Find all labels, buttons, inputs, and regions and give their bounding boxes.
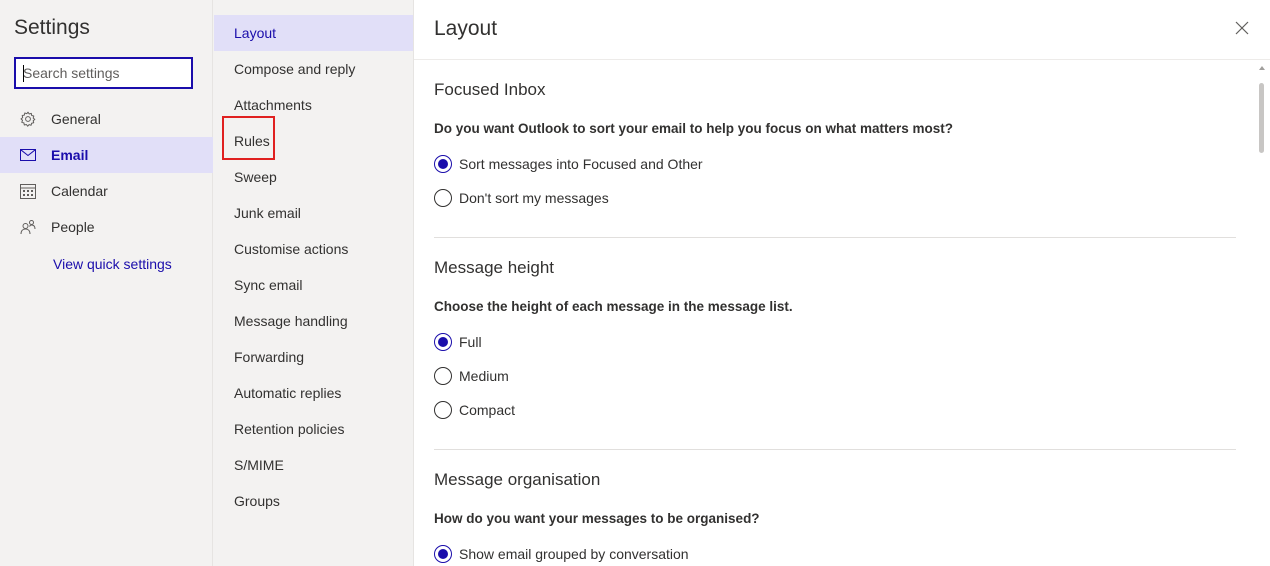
- text-cursor: [23, 65, 24, 82]
- radio-button-checked[interactable]: [434, 155, 452, 173]
- message-height-heading: Message height: [434, 258, 555, 277]
- radio-group-by-conversation[interactable]: Show email grouped by conversation: [434, 544, 689, 564]
- category-email[interactable]: Email: [0, 137, 213, 173]
- message-organisation-question: How do you want your messages to be orga…: [434, 511, 760, 526]
- radio-button-checked[interactable]: [434, 545, 452, 563]
- radio-button[interactable]: [434, 367, 452, 385]
- search-settings-box[interactable]: [14, 57, 193, 89]
- radio-label: Full: [459, 334, 482, 350]
- close-button[interactable]: [1232, 18, 1252, 38]
- radio-height-full[interactable]: Full: [434, 332, 482, 352]
- category-calendar[interactable]: Calendar: [0, 173, 213, 209]
- radio-button[interactable]: [434, 189, 452, 207]
- radio-sort-focused-other[interactable]: Sort messages into Focused and Other: [434, 154, 703, 174]
- panel-header: Layout: [414, 0, 1270, 60]
- scrollbar-thumb[interactable]: [1259, 83, 1264, 153]
- calendar-icon: [19, 182, 37, 200]
- category-people[interactable]: People: [0, 209, 213, 245]
- radio-label: Medium: [459, 368, 509, 384]
- layout-settings-panel: Layout Focused Inbox Do you want Outlook…: [414, 0, 1270, 566]
- settings-title: Settings: [14, 16, 90, 39]
- settings-window: Settings General Email: [0, 0, 1270, 566]
- focused-inbox-question: Do you want Outlook to sort your email t…: [434, 121, 954, 136]
- settings-category-pane: Settings General Email: [0, 0, 213, 566]
- radio-height-medium[interactable]: Medium: [434, 366, 509, 386]
- category-general[interactable]: General: [0, 101, 213, 137]
- radio-height-compact[interactable]: Compact: [434, 400, 515, 420]
- nav-item-sweep[interactable]: Sweep: [214, 159, 413, 195]
- radio-label: Don't sort my messages: [459, 190, 609, 206]
- radio-label: Compact: [459, 402, 516, 418]
- category-label: People: [51, 219, 95, 235]
- nav-item-layout[interactable]: Layout: [214, 15, 413, 51]
- radio-label: Show email grouped by conversation: [459, 546, 689, 562]
- section-divider: [434, 449, 1236, 450]
- search-settings-input[interactable]: [23, 65, 183, 81]
- radio-button[interactable]: [434, 401, 452, 419]
- message-height-question: Choose the height of each message in the…: [434, 299, 793, 314]
- scroll-up-arrow-icon[interactable]: [1259, 66, 1265, 70]
- nav-item-compose-and-reply[interactable]: Compose and reply: [214, 51, 413, 87]
- panel-title: Layout: [434, 17, 498, 40]
- radio-dont-sort[interactable]: Don't sort my messages: [434, 188, 609, 208]
- nav-item-automatic-replies[interactable]: Automatic replies: [214, 375, 413, 411]
- category-label: Calendar: [51, 183, 108, 199]
- category-label: Email: [51, 147, 89, 163]
- radio-button-checked[interactable]: [434, 333, 452, 351]
- gear-icon: [19, 110, 37, 128]
- message-organisation-heading: Message organisation: [434, 470, 601, 489]
- section-divider: [434, 237, 1236, 238]
- nav-item-smime[interactable]: S/MIME: [214, 447, 413, 483]
- radio-label: Sort messages into Focused and Other: [459, 156, 703, 172]
- nav-item-sync-email[interactable]: Sync email: [214, 267, 413, 303]
- email-settings-nav: Layout Compose and reply Attachments Rul…: [213, 0, 414, 566]
- nav-item-groups[interactable]: Groups: [214, 483, 413, 519]
- view-quick-settings-link[interactable]: View quick settings: [53, 256, 172, 272]
- nav-item-customise-actions[interactable]: Customise actions: [214, 231, 413, 267]
- nav-item-rules[interactable]: Rules: [214, 123, 413, 159]
- nav-item-retention-policies[interactable]: Retention policies: [214, 411, 413, 447]
- vertical-scrollbar[interactable]: [1254, 60, 1270, 566]
- nav-item-message-handling[interactable]: Message handling: [214, 303, 413, 339]
- close-icon: [1235, 21, 1249, 35]
- nav-item-attachments[interactable]: Attachments: [214, 87, 413, 123]
- nav-item-forwarding[interactable]: Forwarding: [214, 339, 413, 375]
- category-label: General: [51, 111, 101, 127]
- people-icon: [19, 218, 37, 236]
- mail-icon: [19, 146, 37, 164]
- focused-inbox-heading: Focused Inbox: [434, 80, 546, 99]
- nav-item-junk-email[interactable]: Junk email: [214, 195, 413, 231]
